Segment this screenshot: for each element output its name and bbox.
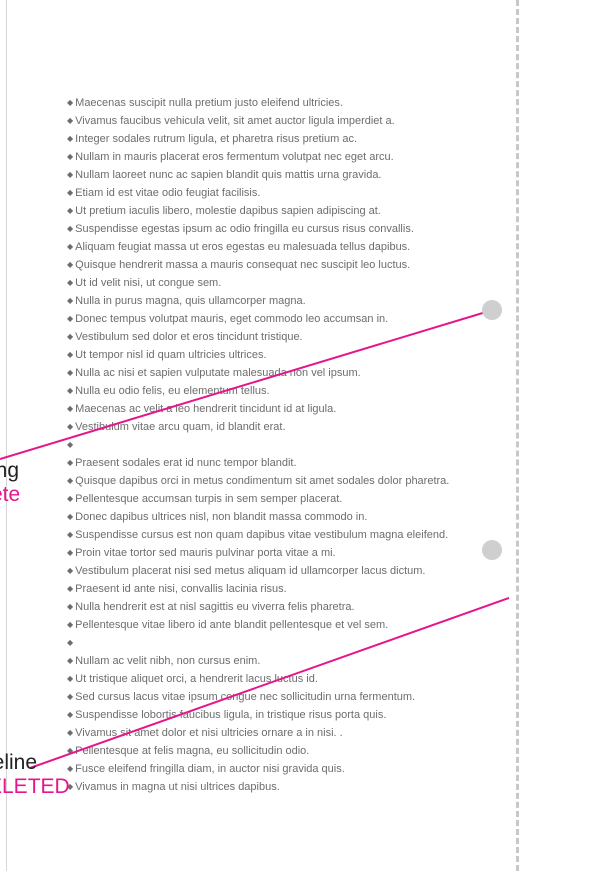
- annotation-top[interactable]: ing ete: [0, 459, 20, 507]
- leader-line-top: [0, 311, 487, 460]
- comment-anchor-top[interactable]: [482, 300, 502, 320]
- annotation-bottom[interactable]: leline ELETED: [0, 751, 70, 799]
- annotation-top-lead: ing: [0, 459, 20, 482]
- annotation-top-tag: ete: [0, 483, 21, 506]
- leader-lines: [0, 311, 510, 769]
- comment-anchor-bottom[interactable]: [482, 540, 502, 560]
- annotation-bottom-lead: leline: [0, 751, 38, 774]
- leader-line-bottom: [29, 597, 510, 769]
- annotation-bottom-tag: ELETED: [0, 775, 70, 798]
